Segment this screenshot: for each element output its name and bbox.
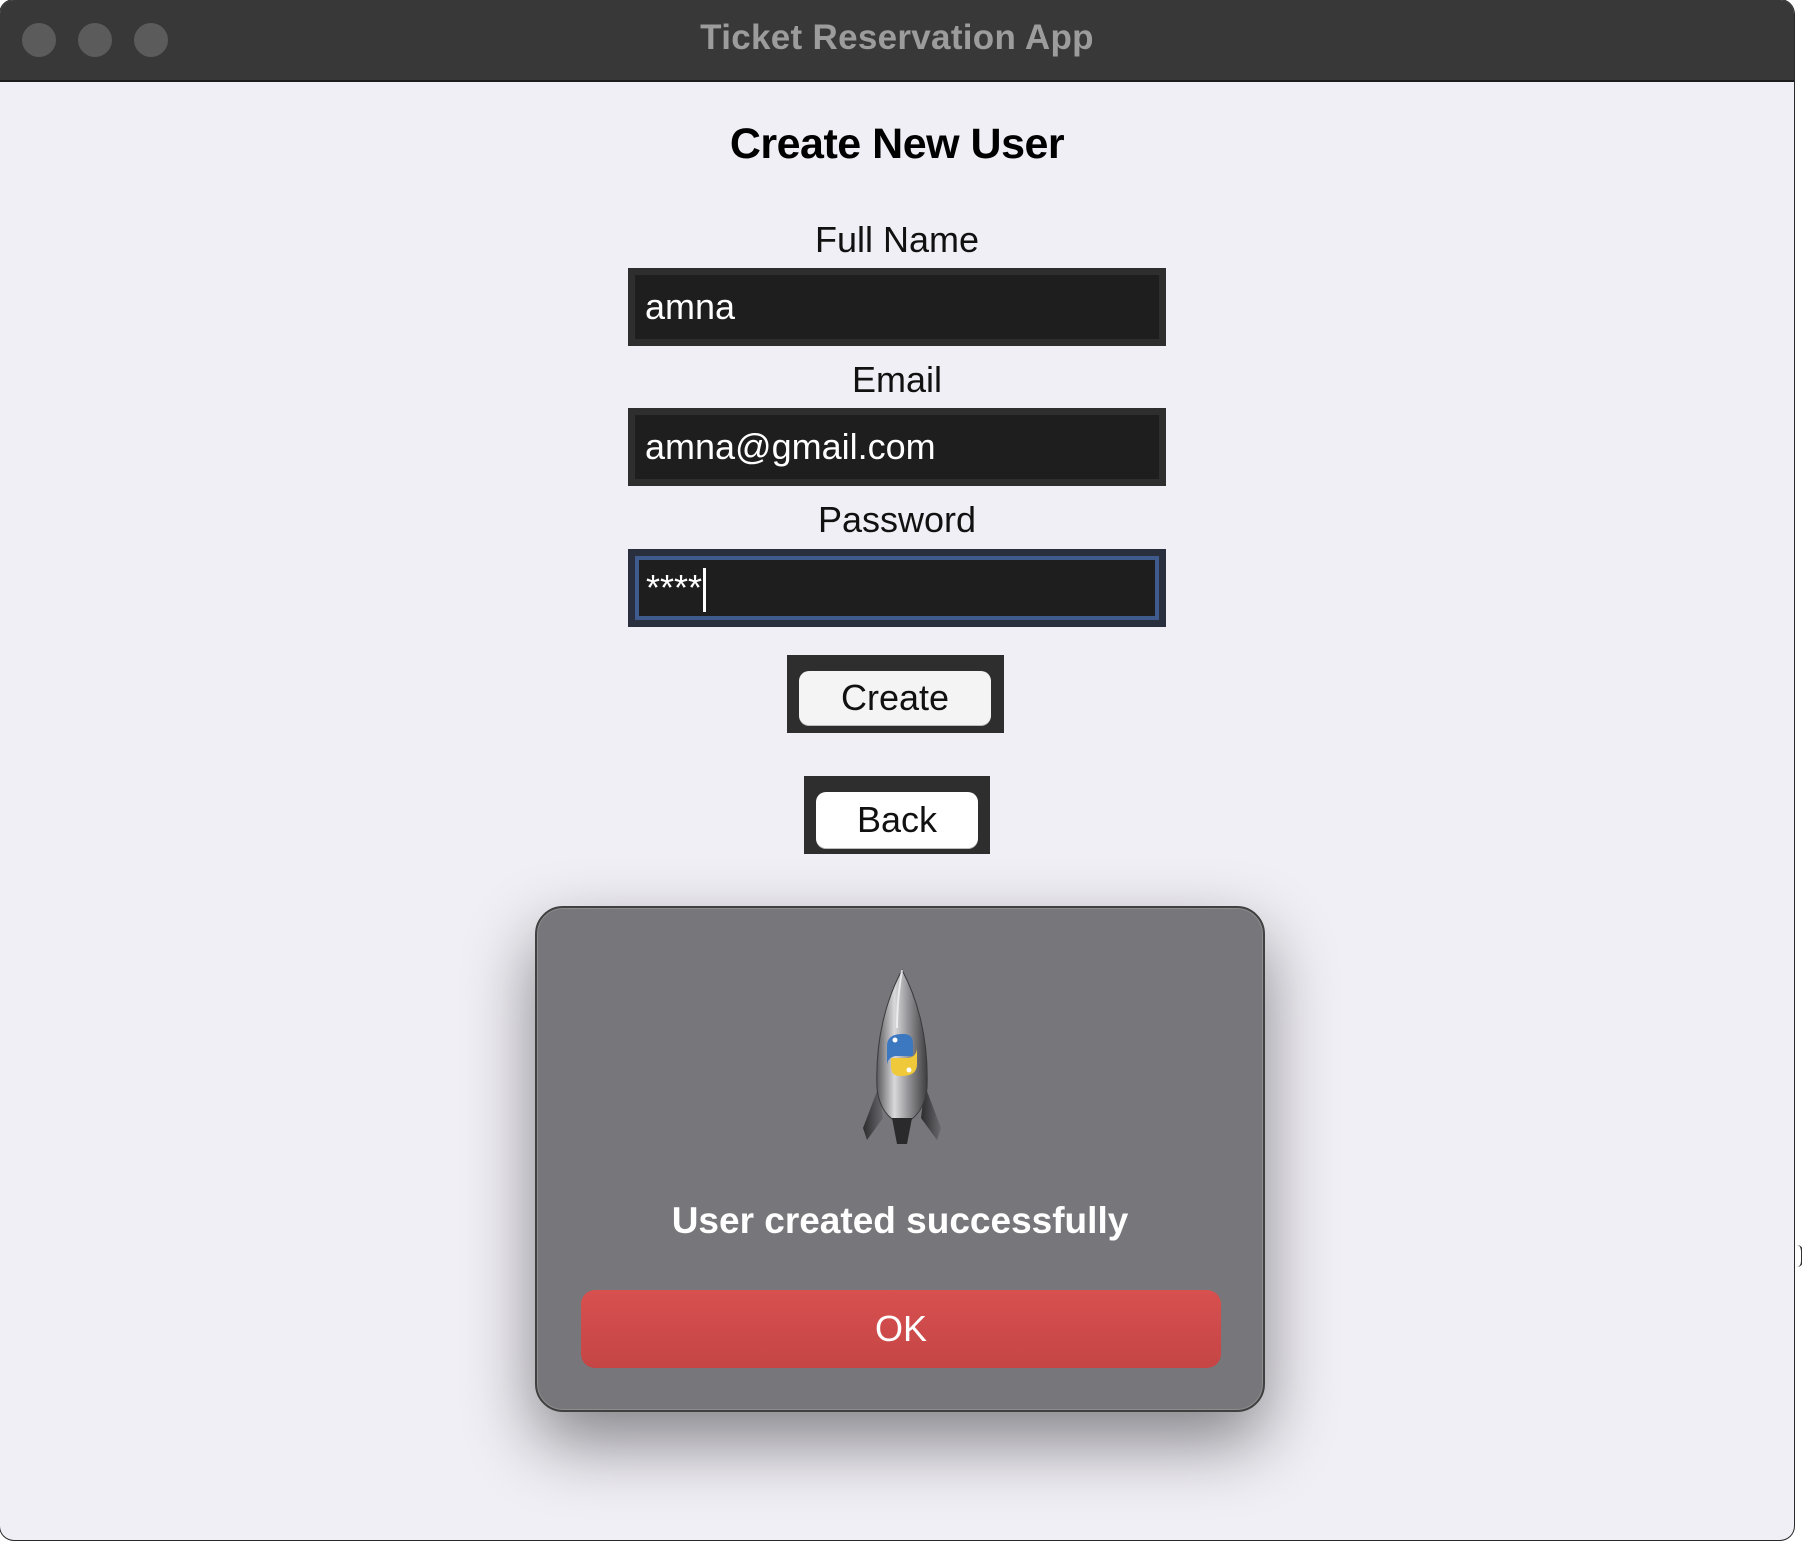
full-name-field[interactable]: amna [628, 268, 1166, 346]
create-button-frame: Create [787, 655, 1004, 733]
back-button-frame: Back [804, 776, 990, 854]
email-field[interactable]: amna@gmail.com [628, 408, 1166, 486]
password-input[interactable]: **** [635, 556, 1159, 620]
page-title: Create New User [729, 120, 1065, 168]
title-bar: Ticket Reservation App [0, 0, 1794, 82]
alert-dialog: User created successfully OK [535, 906, 1265, 1412]
create-button[interactable]: Create [799, 671, 991, 725]
dialog-message: User created successfully [671, 1200, 1129, 1241]
back-button[interactable]: Back [816, 792, 978, 848]
full-name-label: Full Name [814, 219, 980, 260]
text-caret [703, 568, 707, 613]
window-edge-handle [1795, 1245, 1802, 1267]
email-input[interactable]: amna@gmail.com [635, 415, 1159, 479]
password-field[interactable]: **** [628, 549, 1166, 627]
app-window: Ticket Reservation App Create New User F… [0, 0, 1794, 1540]
ok-button[interactable]: OK [581, 1290, 1221, 1368]
password-masked-value: **** [646, 567, 703, 608]
password-label: Password [817, 499, 977, 540]
window-title: Ticket Reservation App [700, 18, 1094, 57]
email-label: Email [851, 359, 943, 400]
python-launcher-rocket-icon [863, 968, 941, 1144]
full-name-input[interactable]: amna [635, 275, 1159, 339]
